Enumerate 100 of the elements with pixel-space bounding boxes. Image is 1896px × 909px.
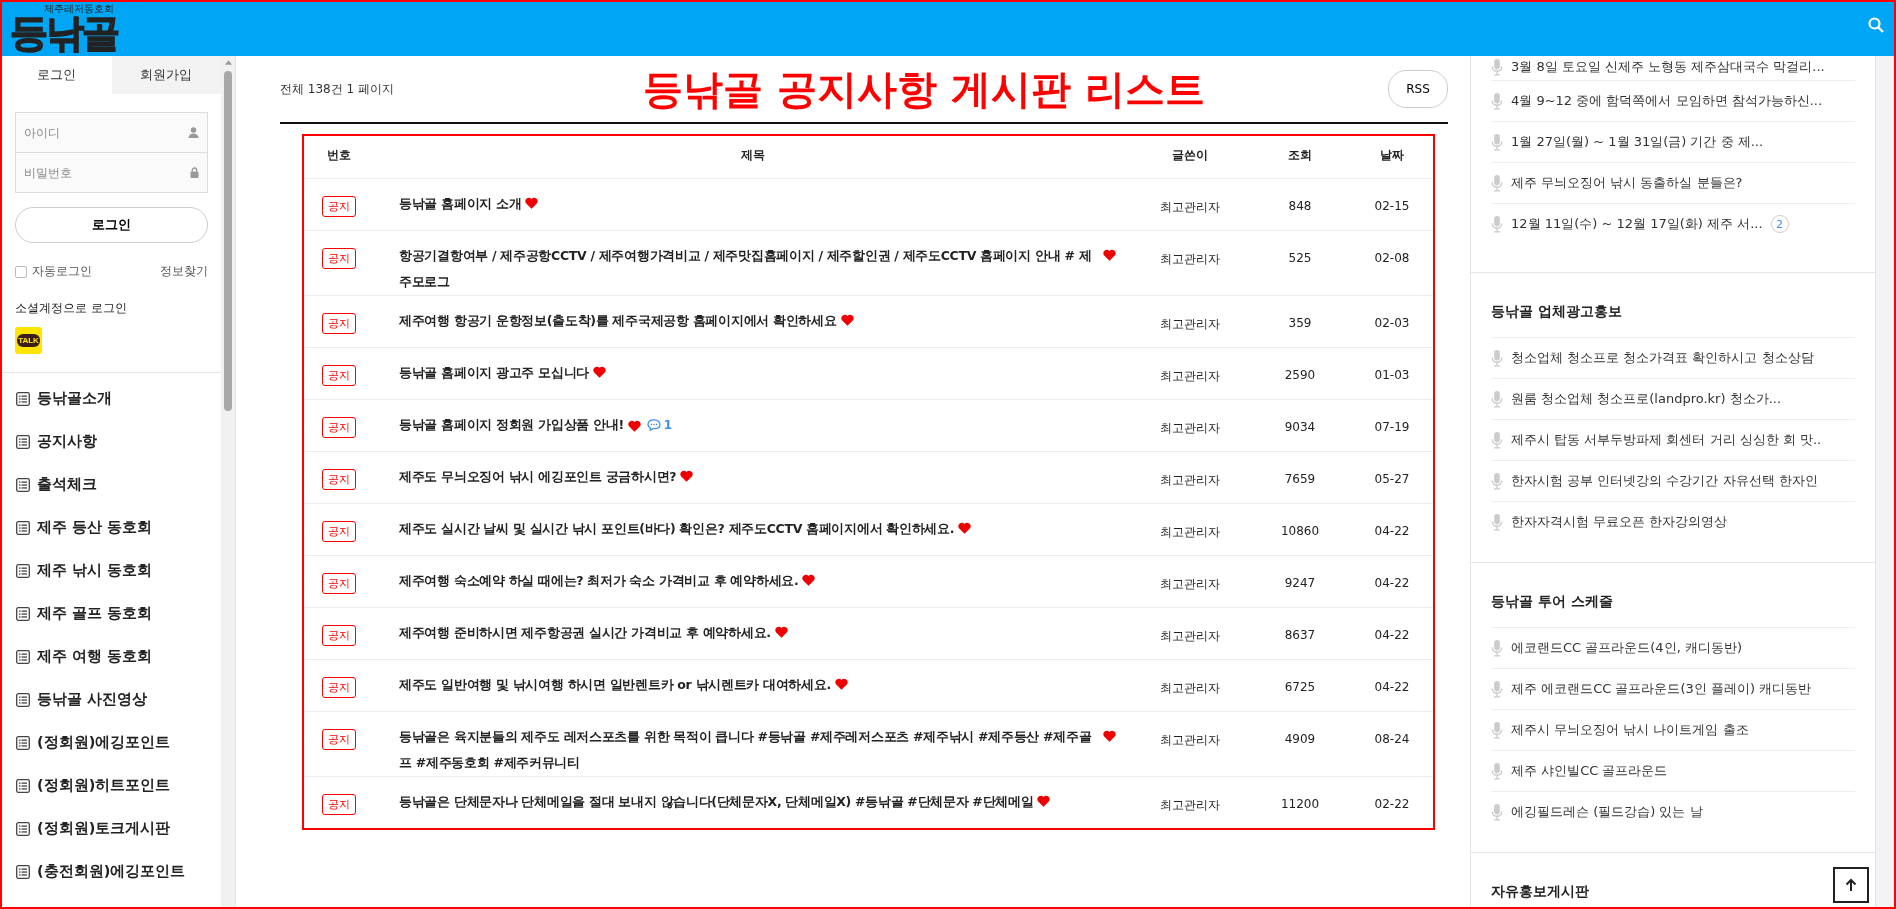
author-cell-text: 최고관리자 — [1159, 368, 1221, 385]
post-title[interactable]: 제주도 실시간 날씨 및 실시간 낚시 포인트(바다) 확인은? 제주도CCTV 홈페이지에서 확인하세요. — [399, 516, 955, 542]
date-cell-text: 08-24 — [1373, 731, 1411, 748]
kakao-login-button[interactable]: TALK — [15, 327, 42, 354]
post-title[interactable]: 항공기결항여부 / 제주공항CCTV / 제주여행가격비교 / 제주맛집홈페이지 / 제주할인권 / 제주도CCTV 홈페이지 안내 # 제주모로그 — [399, 243, 1099, 295]
post-title[interactable]: 등낚골은 단체문자나 단체메일을 절대 보내지 않습니다(단체문자X, 단체메일X) #등낚골 #단체문자 #단체메일 — [399, 789, 1034, 815]
column-header: 조회 — [1287, 147, 1313, 164]
logo-wordmark: 등낚골 — [10, 14, 118, 52]
microphone-icon — [1491, 680, 1503, 698]
post-link[interactable]: 4월 9~12 중에 함덕쪽에서 모임하면 참석가능하신... — [1511, 92, 1823, 110]
site-logo[interactable]: 제주레저동호회 등낚골 — [10, 4, 118, 52]
scrollbar-track[interactable] — [1876, 56, 1894, 907]
notice-badge: 공지 — [322, 469, 356, 490]
scrollbar[interactable] — [221, 56, 235, 907]
post-link[interactable]: 제주 샤인빌CC 골프라운드 — [1511, 762, 1668, 780]
post-title[interactable]: 제주여행 숙소예약 하실 때에는? 최저가 숙소 가격비교 후 예약하세요. — [399, 568, 799, 594]
login-tab[interactable]: 회원가입 — [111, 56, 222, 94]
menu-item[interactable]: (충전회원)에깅포인트 — [2, 850, 222, 893]
notice-badge: 공지 — [322, 677, 356, 698]
author-cell-text: 최고관리자 — [1159, 472, 1221, 489]
scroll-up-arrow-icon[interactable] — [224, 60, 232, 65]
back-to-top-button[interactable] — [1833, 867, 1869, 903]
author-cell-text: 최고관리자 — [1159, 576, 1221, 593]
checkbox-label[interactable]: 자동로그인 — [32, 263, 92, 280]
post-link[interactable]: 청소업체 청소프로 청소가격표 확인하시고 청소상담 — [1511, 349, 1814, 367]
post-link[interactable]: 제주시 무늬오징어 낚시 나이트게임 출조 — [1511, 721, 1749, 739]
post-title[interactable]: 등낚골 홈페이지 정회원 가입상품 안내! — [399, 412, 624, 438]
microphone-icon — [1491, 513, 1503, 531]
notice-badge: 공지 — [322, 573, 356, 594]
list-icon — [16, 821, 30, 836]
views-cell-text: 2590 — [1283, 367, 1317, 384]
login-button[interactable]: 로그인 — [15, 207, 209, 243]
column-header: 글쓴이 — [1171, 147, 1209, 164]
views-cell-text: 8637 — [1283, 627, 1317, 644]
scrollbar-thumb[interactable] — [224, 71, 233, 411]
list-icon — [16, 649, 30, 664]
list-icon — [16, 563, 30, 578]
post-link[interactable]: 3월 8일 토요일 신제주 노형동 제주삼대국수 막걸리... — [1511, 58, 1825, 76]
menu-item[interactable]: (정회원)에깅포인트 — [2, 721, 222, 764]
author-cell-text: 최고관리자 — [1159, 680, 1221, 697]
heart-icon — [680, 470, 694, 482]
views-cell-text: 10860 — [1279, 523, 1321, 540]
find-info-link[interactable]: 정보찾기 — [160, 263, 209, 280]
post-link[interactable]: 1월 27일(월) ~ 1월 31일(금) 기간 중 제... — [1511, 133, 1764, 151]
page-heading: 등낚골 공지사항 게시판 리스트 — [643, 64, 1205, 114]
post-link[interactable]: 한자시험 공부 인터넷강의 수강기간 자유선택 한자인 — [1511, 472, 1818, 490]
menu-item[interactable]: 등낚골소개 — [2, 377, 222, 420]
date-cell-text: 07-19 — [1373, 419, 1411, 436]
list-icon — [16, 520, 30, 535]
post-link[interactable]: 제주시 탑동 서부두방파제 회센터 거리 싱싱한 회 맛.. — [1511, 431, 1822, 449]
menu-item[interactable]: 공지사항 — [2, 420, 222, 463]
list-icon — [16, 735, 30, 750]
post-link[interactable]: 에깅필드레슨 (필드강습) 있는 날 — [1511, 803, 1703, 821]
menu-item[interactable]: 제주 여행 동호회 — [2, 635, 222, 678]
column-header: 제목 — [739, 147, 766, 164]
microphone-icon — [1491, 58, 1503, 76]
post-link[interactable]: 에코랜드CC 골프라운드(4인, 캐디동반) — [1511, 639, 1742, 657]
heart-icon — [958, 522, 972, 534]
list-icon — [16, 606, 30, 621]
post-link[interactable]: 한자자격시험 무료오픈 한자강의영상 — [1511, 513, 1728, 531]
post-link[interactable]: 제주 무늬오징어 낚시 동출하실 분들은? — [1511, 174, 1743, 192]
heart-icon — [525, 197, 539, 209]
post-title[interactable]: 등낚골은 육지분들의 제주도 레저스포츠를 위한 목적이 큽니다 #등낚골 #제주레저스포츠 #제주낚시 #제주등산 #제주골프 #제주동호회 #제주커뮤니티 — [399, 724, 1099, 776]
list-icon — [16, 864, 30, 879]
user-icon — [188, 127, 200, 138]
heart-icon — [1103, 730, 1116, 742]
author-cell-text: 최고관리자 — [1159, 251, 1221, 268]
author-cell-text: 최고관리자 — [1159, 199, 1221, 216]
author-cell-text: 최고관리자 — [1159, 732, 1221, 749]
microphone-icon — [1491, 762, 1503, 780]
menu-item[interactable]: 제주 골프 동호회 — [2, 592, 222, 635]
post-title[interactable]: 제주여행 준비하시면 제주항공권 실시간 가격비교 후 예약하세요. — [399, 620, 771, 646]
post-title[interactable]: 제주도 무늬오징어 낚시 에깅포인트 궁금하시면? — [399, 464, 677, 490]
post-title[interactable]: 등낚골 홈페이지 광고주 모십니다 — [399, 360, 589, 386]
post-title[interactable]: 제주도 일반여행 및 낚시여행 하시면 일반렌트카 or 낚시렌트카 대여하세요. — [399, 672, 832, 698]
menu-item[interactable]: 제주 낚시 동호회 — [2, 549, 222, 592]
menu-item[interactable]: (정회원)히트포인트 — [2, 764, 222, 807]
post-title[interactable]: 등낚골 홈페이지 소개 — [399, 191, 522, 217]
menu-item[interactable]: 출석체크 — [2, 463, 222, 506]
list-icon — [16, 692, 30, 707]
post-title[interactable]: 제주여행 항공기 운항정보(출도착)를 제주국제공항 홈페이지에서 확인하세요 — [399, 308, 837, 334]
notice-badge: 공지 — [322, 248, 356, 269]
date-cell-text: 05-27 — [1373, 471, 1411, 488]
search-icon[interactable] — [1868, 17, 1884, 33]
heart-icon — [802, 574, 816, 586]
microphone-icon — [1491, 215, 1503, 233]
menu-item[interactable]: 등낚골 사진영상 — [2, 678, 222, 721]
rss-button[interactable]: RSS — [1388, 70, 1448, 108]
checkbox[interactable] — [15, 265, 27, 278]
microphone-icon — [1491, 133, 1503, 151]
microphone-icon — [1491, 639, 1503, 657]
post-link[interactable]: 제주 에코랜드CC 골프라운드(3인 플레이) 캐디동반 — [1511, 680, 1812, 698]
column-header: 날짜 — [1379, 147, 1405, 164]
post-link[interactable]: 원룸 청소업체 청소프로(landpro.kr) 청소가... — [1511, 390, 1782, 408]
menu-item[interactable]: 제주 등산 동호회 — [2, 506, 222, 549]
notice-badge: 공지 — [322, 365, 356, 386]
menu-item[interactable]: (정회원)토크게시판 — [2, 807, 222, 850]
post-link[interactable]: 12월 11일(수) ~ 12월 17일(화) 제주 서... — [1511, 215, 1763, 233]
microphone-icon — [1491, 92, 1503, 110]
heart-icon — [1037, 795, 1051, 807]
